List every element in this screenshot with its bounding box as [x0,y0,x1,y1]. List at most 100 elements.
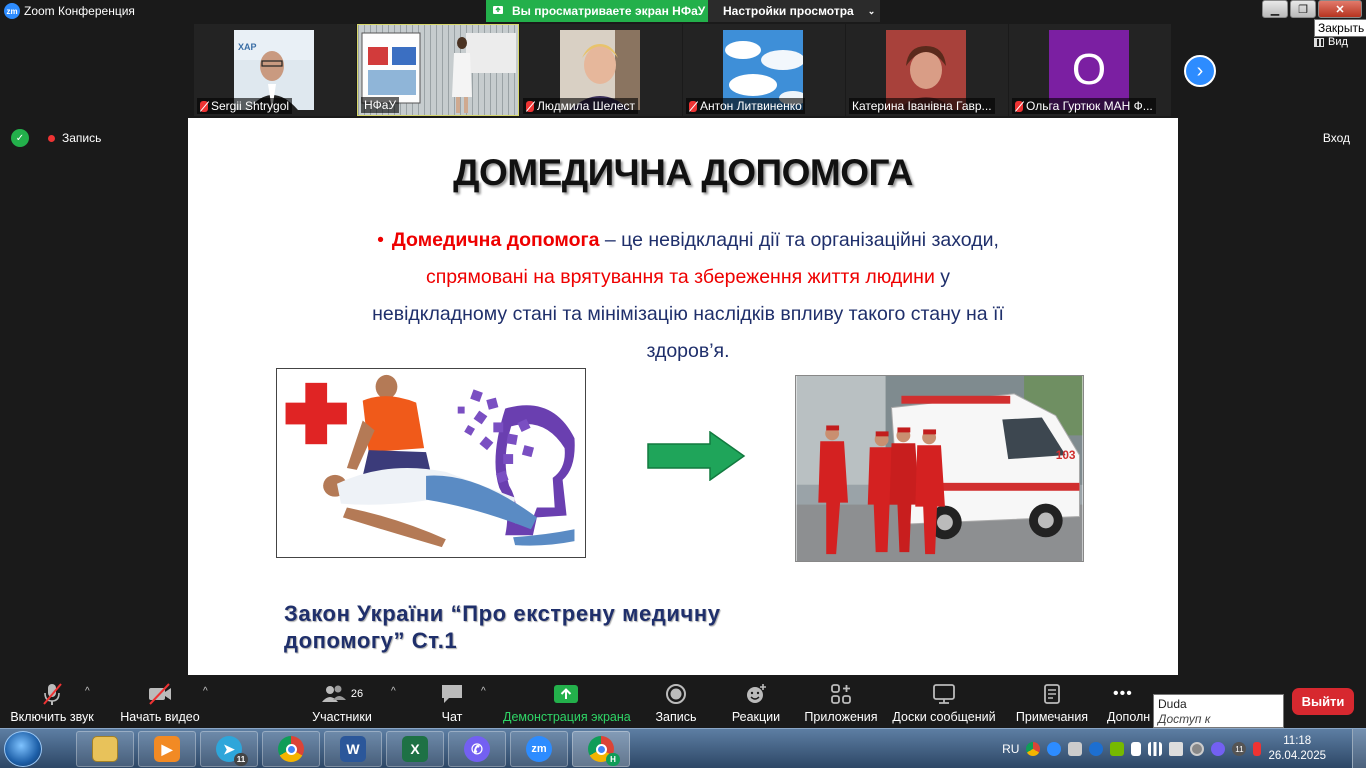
taskbar-explorer[interactable] [76,731,134,767]
unmute-button[interactable]: Включить звук [10,682,94,724]
view-options-button[interactable]: Настройки просмотра ⌄ [708,0,880,22]
view-button-label: Вид [1328,36,1348,48]
action-center-flag-icon[interactable] [1131,742,1142,756]
bluetooth-tray-icon[interactable] [1089,742,1104,756]
taskbar-viber[interactable]: ✆ [448,731,506,767]
participant-name: Людмила Шелест [523,98,639,114]
share-screen-icon [554,685,578,703]
view-button[interactable]: Вид [1314,36,1348,48]
definition-highlight: спрямовані на врятування та збереження ж… [425,266,935,288]
record-icon [666,684,686,704]
law-reference: Закон України “Про екстрену медичну допо… [284,601,721,653]
taskbar-excel[interactable]: X [386,731,444,767]
start-video-label: Начать видео [120,710,200,724]
zoom-icon: zm [526,736,552,762]
participant-tile[interactable]: Антон Литвиненко [683,24,845,116]
taskbar-zoom[interactable]: zm [510,731,568,767]
screen-share-icon [493,6,503,14]
notes-label: Примечания [1015,710,1089,724]
grid-view-icon [1314,37,1324,47]
chat-icon [442,685,462,703]
nvidia-tray-icon[interactable] [1110,742,1125,756]
participants-button[interactable]: 26 Участники [310,682,374,724]
clipboard-tray-icon[interactable] [1068,742,1083,756]
volume-tray-icon[interactable] [1169,742,1184,756]
taskbar-word[interactable]: W [324,731,382,767]
definition-text-1: – це невідкладні дії та організаційні за… [599,229,999,251]
start-button-icon[interactable] [4,731,42,767]
window-controls: ▁ ❐ ✕ [1262,0,1362,18]
taskbar-chrome[interactable] [262,731,320,767]
participants-chevron-icon[interactable]: ^ [391,686,396,697]
taskbar-clock[interactable]: 11:18 26.04.2025 [1268,734,1326,764]
record-button[interactable]: Запись [653,682,699,724]
more-label: Дополн [1107,710,1151,724]
participants-label: Участники [312,710,372,724]
share-screen-label: Демонстрация экрана [503,710,631,724]
participant-tile[interactable]: О Ольга Гуртюк МАН Ф... [1009,24,1171,116]
windows-taskbar: ▶ ➤ 11 W X ✆ zm H RU 11 11:18 26.04.2025 [0,728,1366,768]
login-link[interactable]: Вход [1323,131,1350,145]
shield-check-icon[interactable]: ✓ [11,129,29,147]
whiteboards-button[interactable]: Доски сообщений [892,682,996,724]
participant-tile[interactable]: Катерина Іванівна Гавр... [846,24,1008,116]
signal-strength-icon[interactable] [1148,742,1163,756]
telegram-badge: 11 [234,753,248,766]
participant-tile[interactable]: ХАР Sergii Shtrygol [194,24,356,116]
show-desktop-button[interactable] [1352,729,1366,768]
bullet-icon: • [377,229,384,251]
first-aid-illustration [276,368,586,558]
ambulance-number: 103 [1056,448,1076,462]
telegram-tray-icon[interactable]: 11 [1232,742,1247,756]
maximize-button[interactable]: ❐ [1290,0,1316,18]
record-dot-icon [48,134,55,142]
minimize-button[interactable]: ▁ [1262,0,1288,18]
start-video-button[interactable]: Начать видео [120,682,200,724]
taskbar-telegram[interactable]: ➤ 11 [200,731,258,767]
recording-label: Запись [62,131,102,145]
chat-chevron-icon[interactable]: ^ [481,686,486,697]
participants-icon [321,685,346,702]
chrome-icon [278,736,304,762]
participant-tile-active[interactable]: НФаУ [357,24,519,116]
video-off-icon [149,683,171,705]
viber-tray-icon[interactable] [1211,742,1226,756]
share-screen-button[interactable]: Демонстрация экрана [503,682,631,724]
audio-options-chevron-icon[interactable]: ^ [85,686,90,697]
network-notification: Duda Доступ к Интернету [1153,694,1284,741]
share-banner-text: Вы просматриваете экран НФаУ [512,4,706,18]
recording-indicator[interactable]: Запись [48,131,101,145]
taskbar-chrome-profile[interactable]: H [572,731,630,767]
apps-icon [831,684,851,704]
more-button[interactable]: ••• Дополн [1107,682,1153,724]
notes-button[interactable]: Примечания [1015,682,1089,724]
taskbar-media-player[interactable]: ▶ [138,731,196,767]
participant-tile[interactable]: Людмила Шелест [520,24,682,116]
more-dots-icon: ••• [1113,685,1133,702]
leave-button[interactable]: Выйти [1292,688,1354,715]
close-tooltip: Закрыть [1314,19,1366,37]
zoom-tray-icon[interactable] [1047,742,1062,756]
reactions-button[interactable]: Реакции [730,682,782,724]
next-page-arrow-icon[interactable]: › [1184,55,1216,87]
clock-time: 11:18 [1283,735,1312,747]
unmute-label: Включить звук [10,710,94,724]
excel-icon: X [402,736,428,762]
chat-button[interactable]: Чат [432,682,472,724]
mic-muted-icon [1015,100,1023,112]
speaker-muted-icon[interactable] [1253,742,1262,756]
mic-muted-icon [526,100,534,112]
chat-label: Чат [441,710,463,724]
share-status-banner[interactable]: Вы просматриваете экран НФаУ [486,0,708,22]
clock-date: 26.04.2025 [1268,750,1326,762]
language-indicator[interactable]: RU [1002,742,1019,756]
close-button[interactable]: ✕ [1318,0,1362,18]
update-tray-icon[interactable] [1190,742,1205,756]
window-title: Zoom Конференция [24,4,135,18]
participants-count: 26 [350,688,364,700]
chrome-profile-badge: H [606,753,620,766]
app-title: zm Zoom Конференция [4,3,135,19]
chrome-tray-icon[interactable] [1026,742,1041,756]
apps-button[interactable]: Приложения [803,682,879,724]
video-options-chevron-icon[interactable]: ^ [203,686,208,697]
